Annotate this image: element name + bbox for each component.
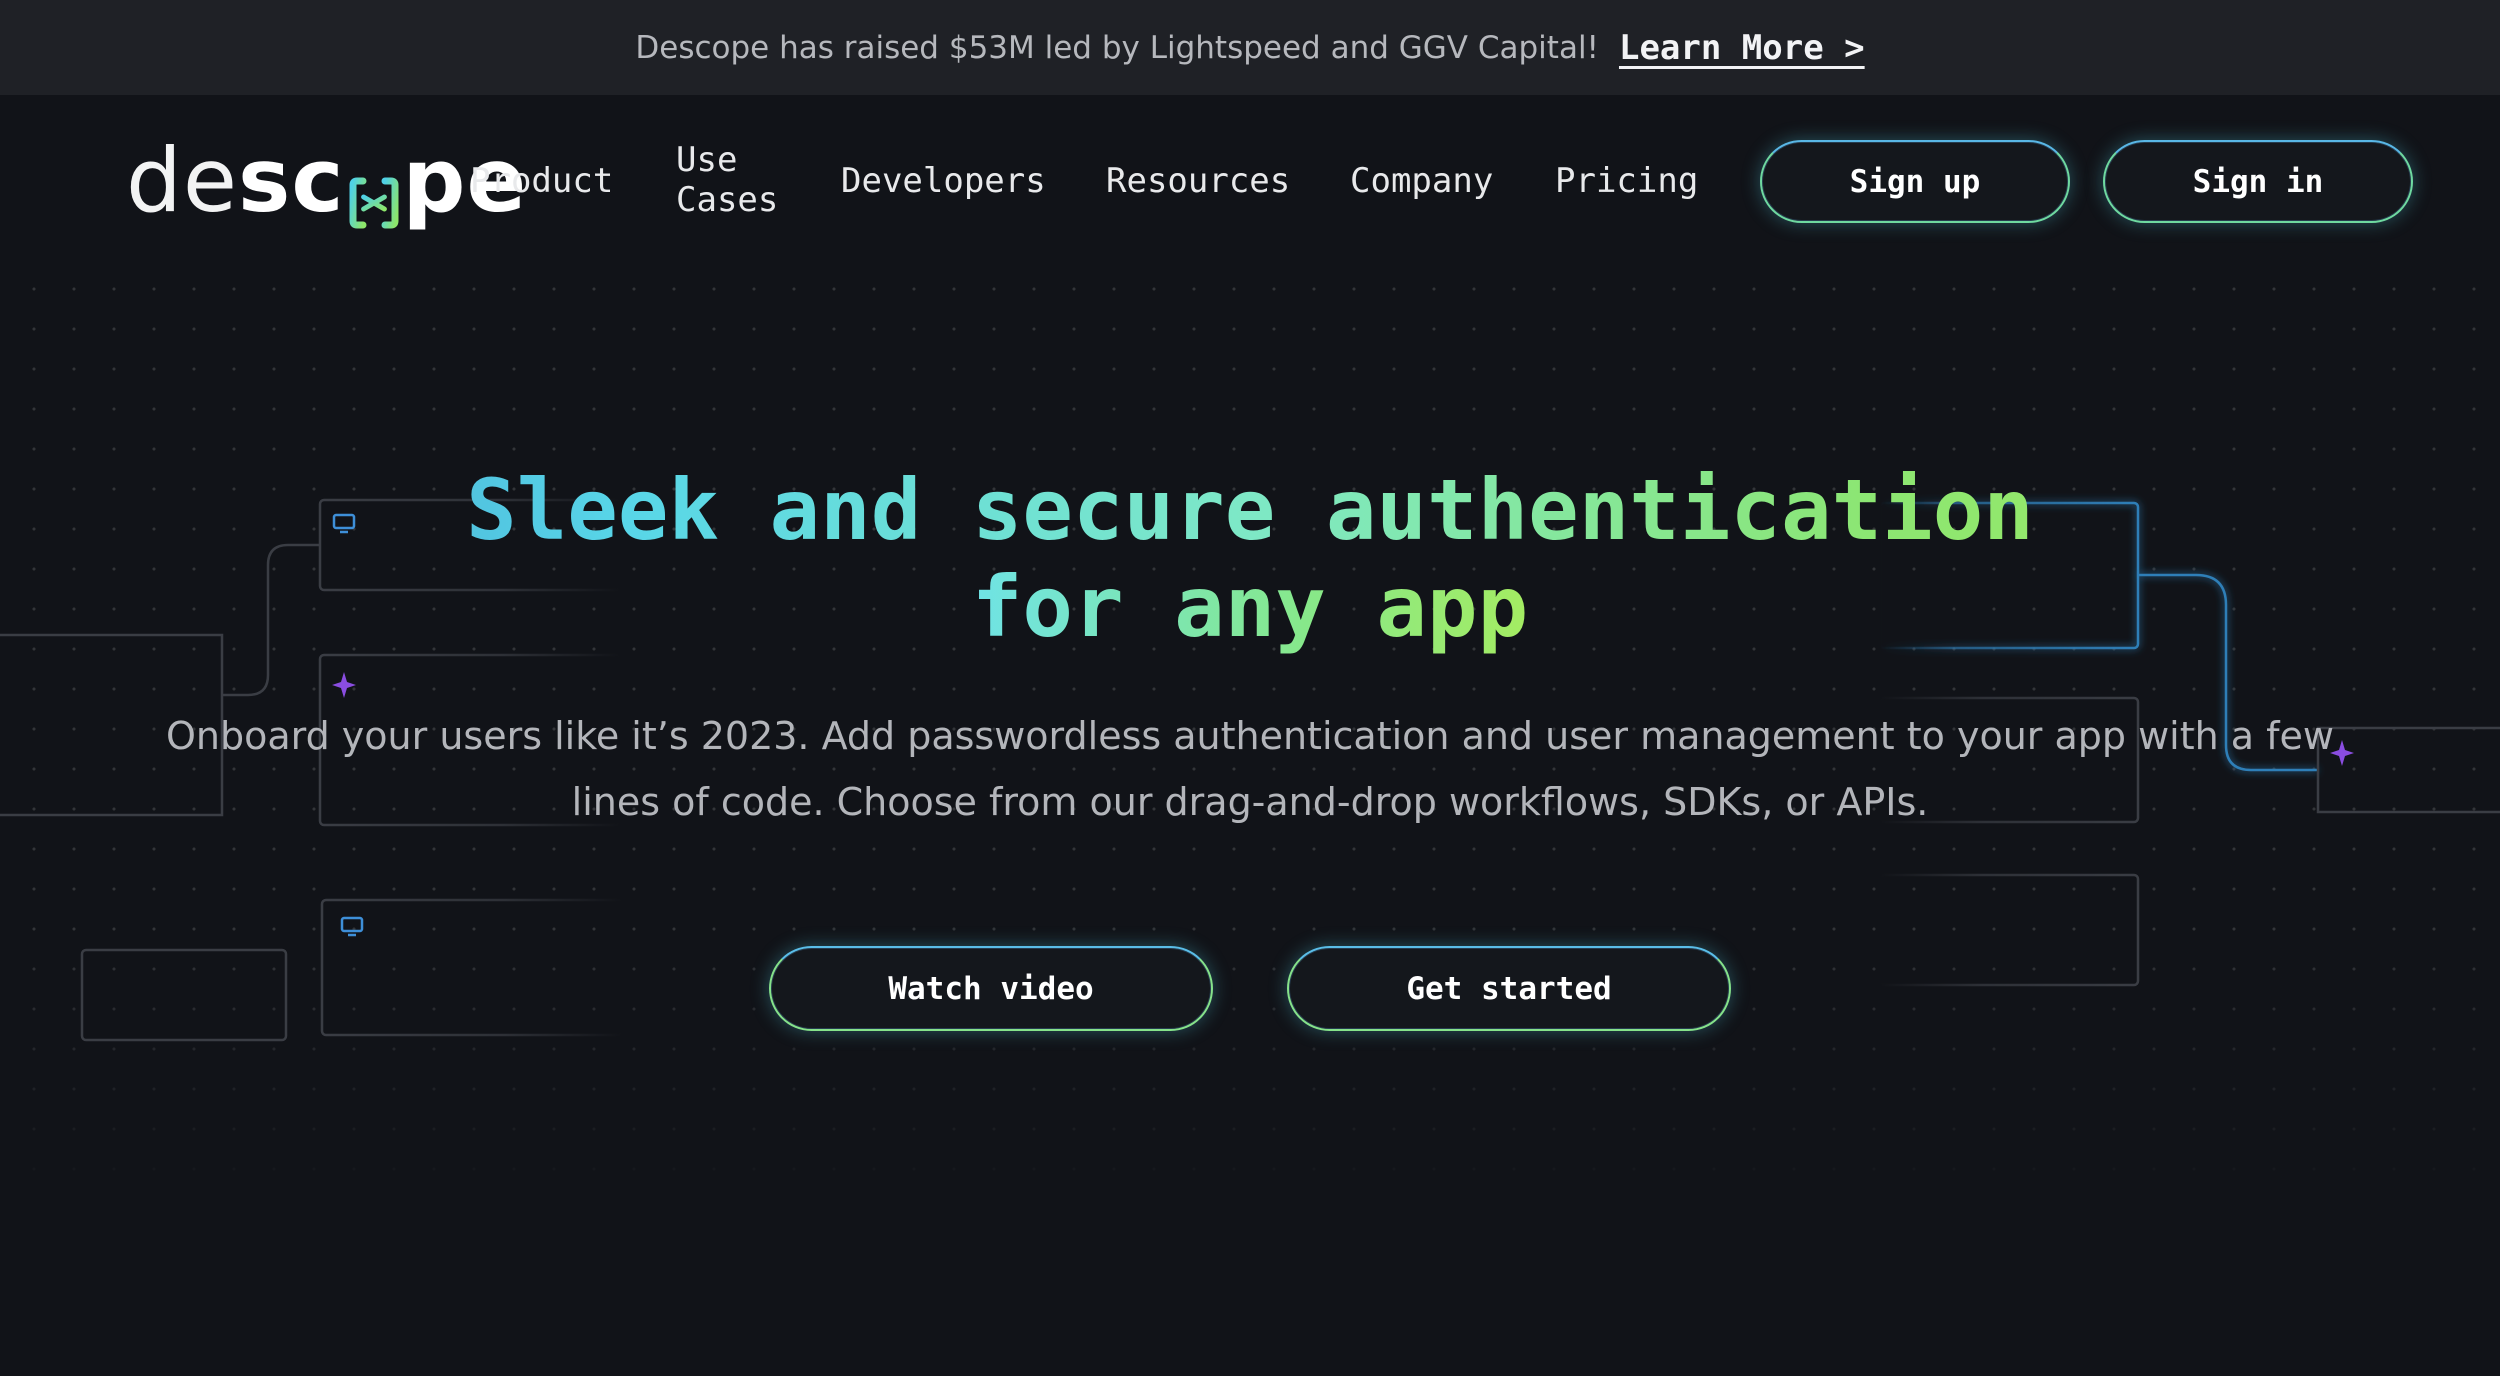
hero-title: Sleek and secure authentication for any … — [0, 462, 2500, 656]
get-started-button[interactable]: Get started — [1287, 946, 1731, 1031]
site-header: de sc pe Product Use Cases Developers Re… — [0, 95, 2500, 270]
nav-use-cases[interactable]: Use Cases — [676, 140, 778, 220]
monitor-icon — [340, 916, 364, 937]
hero-title-line1: Sleek and secure authentication — [0, 462, 2500, 559]
hero-title-line2: for any app — [971, 558, 1529, 656]
nav-resources[interactable]: Resources — [1106, 161, 1290, 201]
sign-in-button[interactable]: Sign in — [2103, 140, 2413, 223]
nav-company[interactable]: Company — [1350, 161, 1493, 201]
logo-text-part2: sc — [238, 129, 345, 232]
descope-logo[interactable]: de sc pe — [126, 131, 527, 231]
nav-developers[interactable]: Developers — [841, 161, 1046, 201]
nav-product[interactable]: Product — [470, 161, 613, 201]
nav-use-cases-line2: Cases — [676, 180, 779, 220]
page: Descope has raised $53M led by Lightspee… — [0, 0, 2500, 1376]
sign-up-button[interactable]: Sign up — [1760, 140, 2070, 223]
logo-text-part1: de — [126, 129, 238, 232]
hero-subtitle-line1: Onboard your users like it’s 2023. Add p… — [165, 714, 2334, 758]
watch-video-button[interactable]: Watch video — [769, 946, 1213, 1031]
hero-subtitle: Onboard your users like it’s 2023. Add p… — [150, 703, 2350, 835]
nav-pricing[interactable]: Pricing — [1555, 161, 1698, 201]
logo-mark-icon — [349, 157, 399, 229]
nav-use-cases-line1: Use — [676, 140, 738, 180]
sparkle-icon — [332, 672, 356, 698]
hero-subtitle-line2: lines of code. Choose from our drag-and-… — [571, 780, 1929, 824]
